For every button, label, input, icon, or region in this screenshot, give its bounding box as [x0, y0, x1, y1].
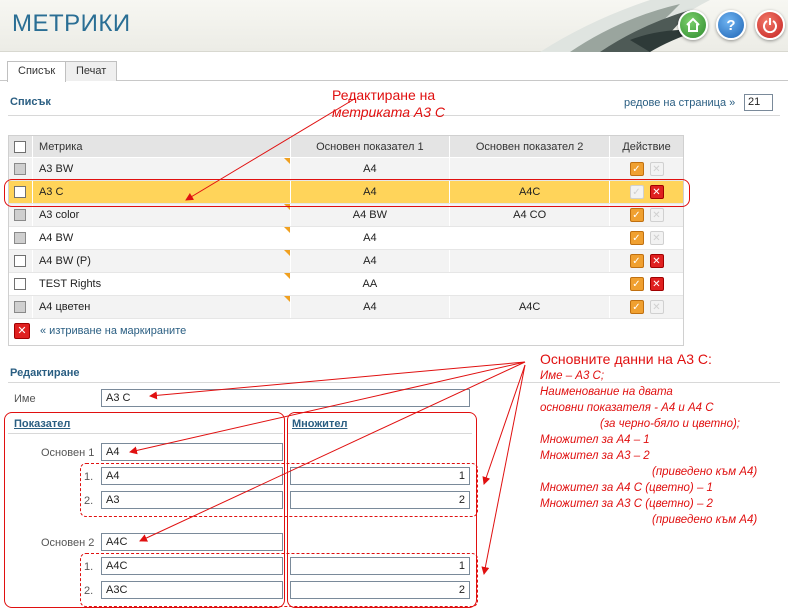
- tab-list-label: Списък: [18, 65, 56, 77]
- callout-line: Множител за А3 С (цветно) – 2: [540, 498, 713, 510]
- data-callout-body: Име – А3 С; Наименование на двата основн…: [540, 368, 785, 528]
- callout-line: основни показателя - А4 и А4 С: [540, 402, 714, 414]
- delete-marked-icon[interactable]: ✕: [14, 323, 30, 339]
- list-heading: Списък: [10, 96, 51, 108]
- home-button[interactable]: [678, 10, 708, 40]
- home-icon: [686, 17, 700, 32]
- table-frame: [8, 135, 684, 346]
- group1-dashed-highlight: [80, 463, 478, 517]
- rows-per-page-label: редове на страница »: [624, 97, 736, 109]
- callout-line: Множител за А4 С (цветно) – 1: [540, 482, 713, 494]
- callout-line: Наименование на двата: [540, 386, 673, 398]
- power-icon: [763, 18, 777, 33]
- edit-heading: Редактиране: [10, 367, 80, 379]
- tab-print[interactable]: Печат: [65, 61, 118, 81]
- callout-line: (за черно-бяло и цветно);: [600, 418, 741, 430]
- callout-line: (приведено към А4): [652, 466, 758, 478]
- callout-line: (приведено към А4): [652, 514, 758, 526]
- delete-marked-link[interactable]: « изтриване на маркираните: [40, 325, 186, 337]
- edit-callout-line2: метриката А3 С: [332, 104, 446, 120]
- help-icon: ?: [726, 16, 736, 34]
- tabs-divider: [0, 80, 788, 81]
- group2-dashed-highlight: [80, 553, 478, 607]
- help-button[interactable]: ?: [716, 10, 746, 40]
- callout-line: Име – А3 С;: [540, 370, 605, 382]
- edit-callout-line1: Редактиране на: [332, 87, 436, 103]
- name-input[interactable]: A3 C: [101, 389, 470, 407]
- edit-callout: Редактиране на метриката А3 С: [332, 87, 445, 121]
- name-label: Име: [14, 393, 36, 405]
- callout-line: Множител за А4 – 1: [540, 434, 650, 446]
- logout-button[interactable]: [755, 10, 785, 40]
- rows-per-page-input[interactable]: 21: [744, 94, 773, 111]
- selected-row-highlight: [4, 179, 690, 207]
- page-title: МЕТРИКИ: [12, 10, 131, 37]
- callout-line: Множител за А3 – 2: [540, 450, 650, 462]
- data-callout-title: Основните данни на А3 С:: [540, 351, 712, 367]
- tab-list[interactable]: Списък: [7, 61, 67, 82]
- tab-print-label: Печат: [76, 65, 107, 77]
